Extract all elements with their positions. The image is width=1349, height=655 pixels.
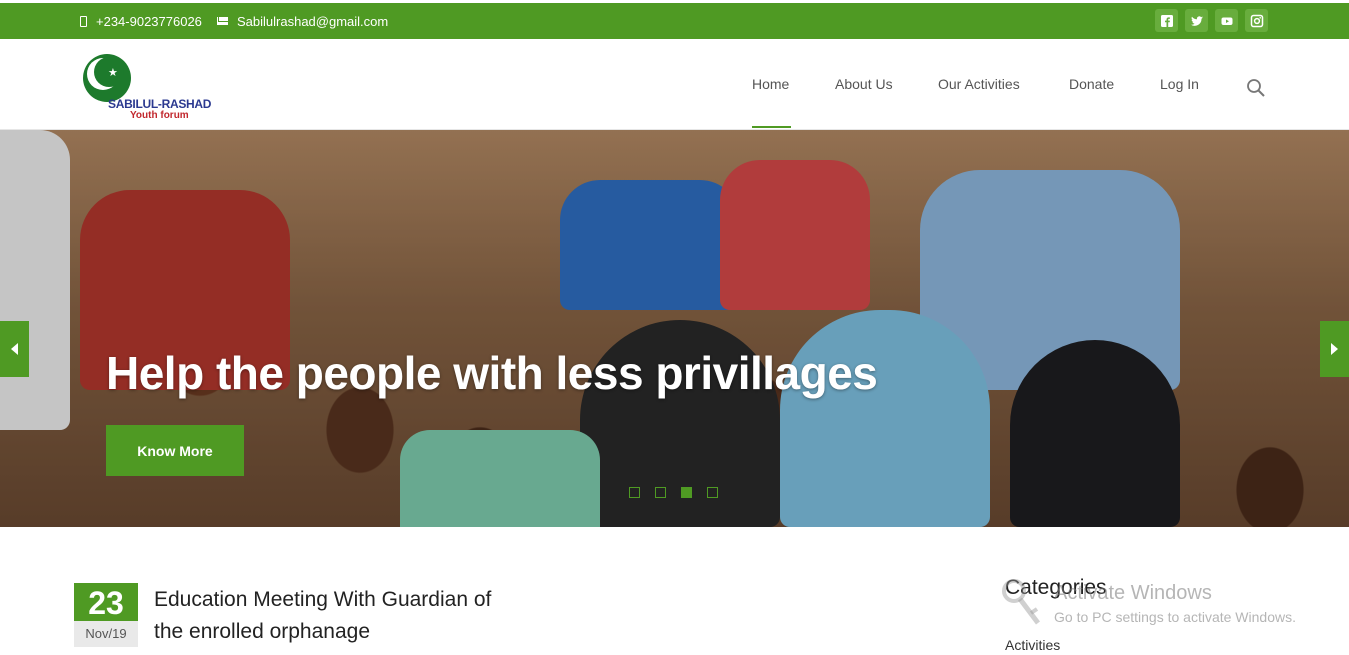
hero-slider: Help the people with less privillages Kn… <box>0 130 1349 527</box>
arrow-right-icon <box>1331 343 1338 355</box>
slider-dot-4[interactable] <box>707 487 718 498</box>
site-header: ★ SABILUL-RASHAD Youth forum Home About … <box>0 39 1349 130</box>
watermark-line-1: Activate Windows <box>1054 582 1212 604</box>
arrow-left-icon <box>11 343 18 355</box>
post-title[interactable]: Education Meeting With Guardian of the e… <box>154 584 514 648</box>
nav-our-activities[interactable]: Our Activities <box>938 76 1020 92</box>
logo-tagline: Youth forum <box>130 110 189 121</box>
post-month: Nov/19 <box>74 621 138 647</box>
site-logo[interactable]: ★ SABILUL-RASHAD Youth forum <box>82 53 212 121</box>
top-bar: +234-9023776026 Sabilulrashad@gmail.com <box>0 3 1349 39</box>
logo-name: SABILUL-RASHAD <box>108 97 212 111</box>
post-day: 23 <box>74 583 138 621</box>
post-date: 23 Nov/19 <box>74 583 138 647</box>
slider-dot-3[interactable] <box>681 487 692 498</box>
slider-next-button[interactable] <box>1320 321 1349 377</box>
nav-about-us[interactable]: About Us <box>835 76 893 92</box>
star-icon: ★ <box>108 67 118 79</box>
watermark-line-2: Go to PC settings to activate Windows. <box>1054 609 1296 625</box>
crescent-logo-icon <box>83 54 131 102</box>
nav-active-indicator <box>752 126 791 128</box>
slider-pagination <box>629 487 718 498</box>
envelope-icon <box>217 17 228 25</box>
activate-windows-watermark: Activate Windows Go to PC settings to ac… <box>1054 582 1296 625</box>
email-address[interactable]: Sabilulrashad@gmail.com <box>237 14 388 29</box>
facebook-icon[interactable] <box>1155 9 1178 32</box>
nav-donate[interactable]: Donate <box>1069 76 1114 92</box>
slider-prev-button[interactable] <box>0 321 29 377</box>
slider-dot-1[interactable] <box>629 487 640 498</box>
instagram-icon[interactable] <box>1245 9 1268 32</box>
search-icon[interactable] <box>1246 78 1266 98</box>
category-item[interactable]: Activities <box>1005 637 1060 653</box>
know-more-button[interactable]: Know More <box>106 425 244 476</box>
slider-dot-2[interactable] <box>655 487 666 498</box>
twitter-icon[interactable] <box>1185 9 1208 32</box>
nav-log-in[interactable]: Log In <box>1160 76 1199 92</box>
phone-icon <box>80 15 87 27</box>
phone-contact: +234-9023776026 <box>80 3 202 39</box>
hero-headline: Help the people with less privillages <box>106 347 878 399</box>
nav-home[interactable]: Home <box>752 76 789 92</box>
key-icon <box>1002 579 1040 625</box>
social-links <box>1155 9 1268 32</box>
youtube-icon[interactable] <box>1215 9 1238 32</box>
email-contact[interactable]: Sabilulrashad@gmail.com <box>217 3 388 39</box>
phone-number: +234-9023776026 <box>96 13 202 29</box>
